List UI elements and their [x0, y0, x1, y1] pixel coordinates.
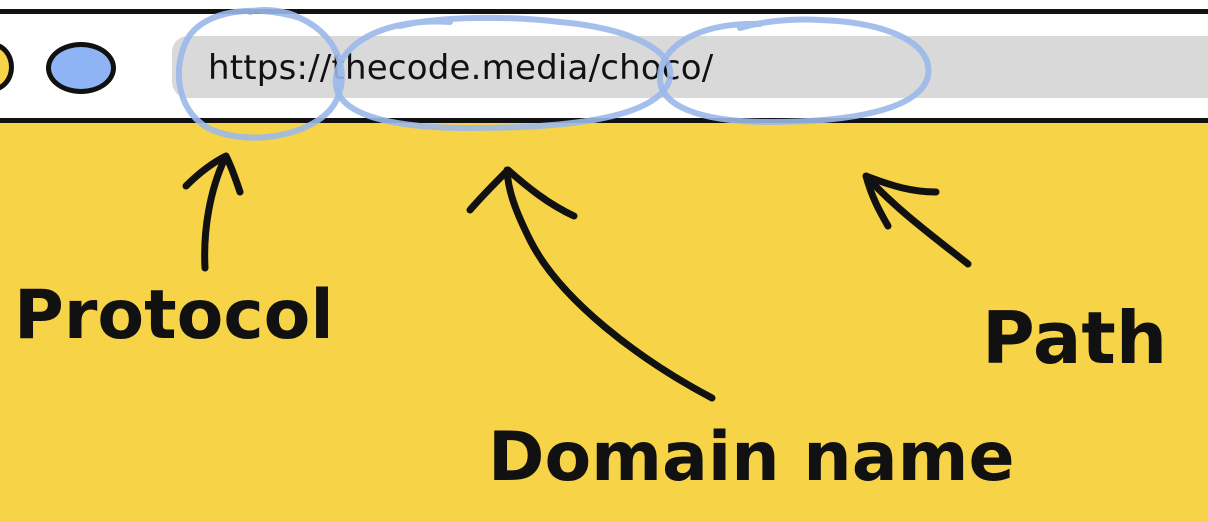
url-separator: / — [308, 48, 320, 88]
protocol-label: Protocol — [14, 276, 334, 355]
path-label: Path — [982, 296, 1168, 380]
blue-window-dot-icon[interactable] — [46, 42, 116, 94]
top-edge — [0, 0, 1208, 14]
url-path: /choco/ — [588, 48, 714, 88]
domain-name-label: Domain name — [488, 418, 1015, 497]
url-protocol: https: — [208, 48, 309, 88]
url-domain: /thecode.media — [319, 48, 589, 88]
url-text[interactable]: https://thecode.media/choco/ — [208, 46, 713, 90]
